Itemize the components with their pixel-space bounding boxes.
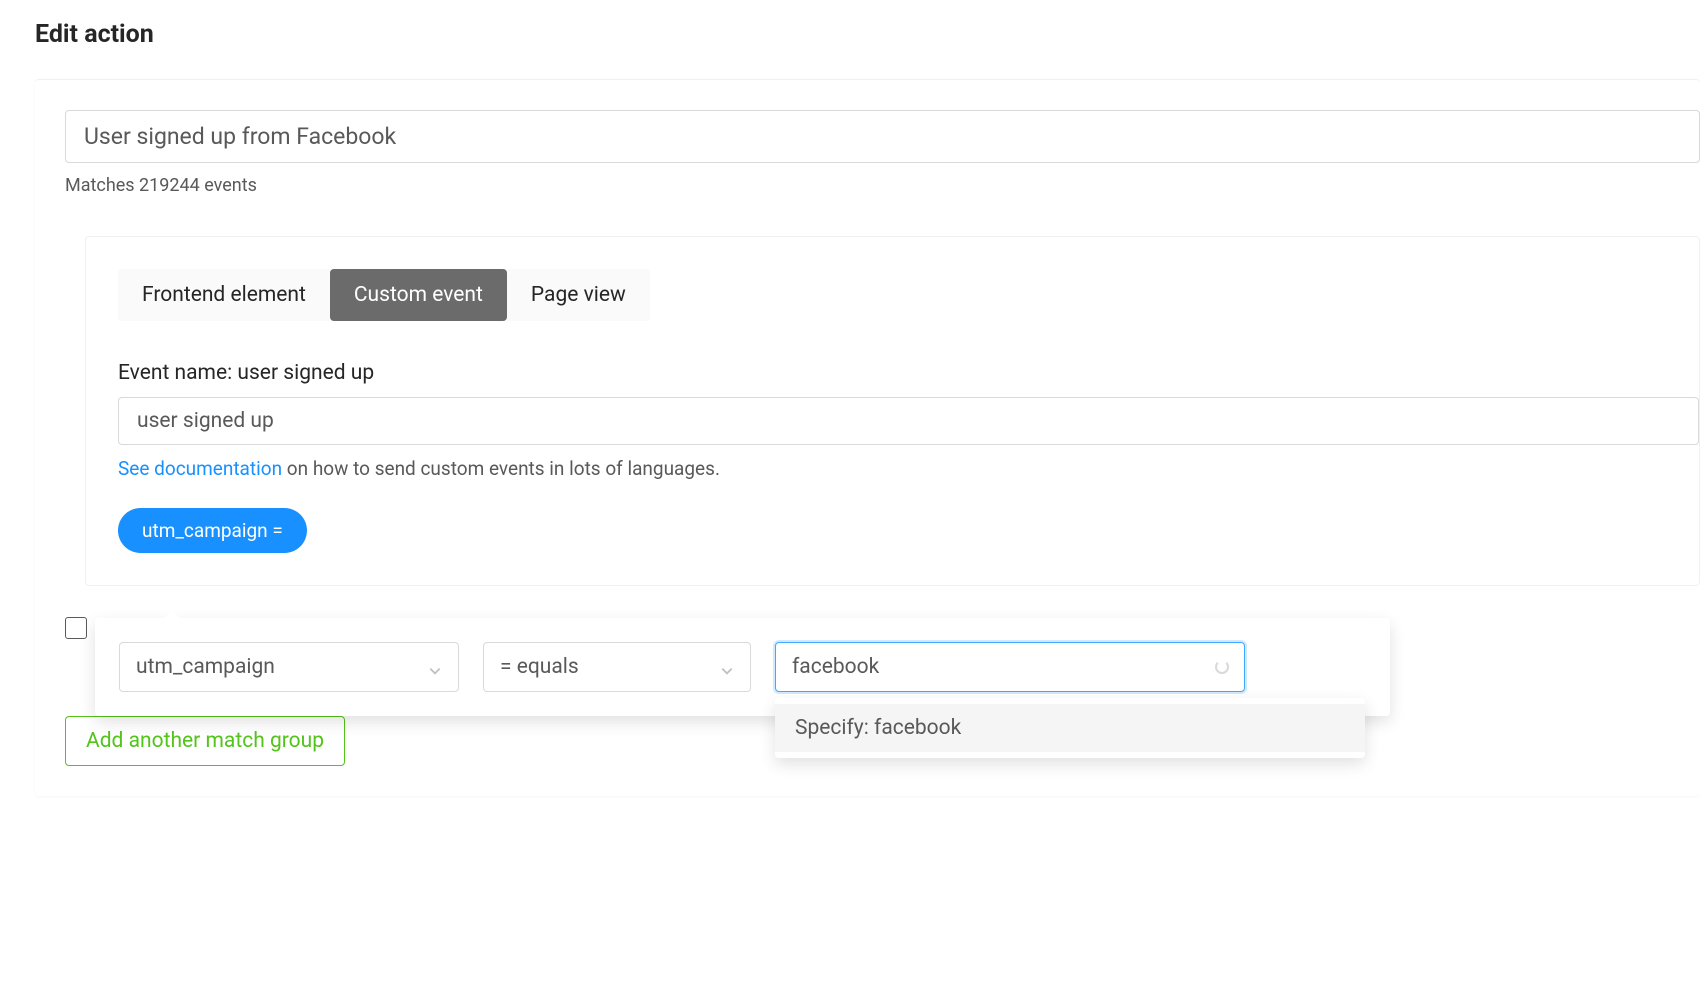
filter-pill[interactable]: utm_campaign = <box>118 508 307 553</box>
help-rest: on how to send custom events in lots of … <box>282 457 720 480</box>
dropdown-option-specify[interactable]: Specify: facebook <box>775 704 1365 752</box>
post-to-url-checkbox[interactable] <box>65 617 87 639</box>
tab-frontend-element[interactable]: Frontend element <box>118 269 330 321</box>
event-type-tabs: Frontend element Custom event Page view <box>118 269 650 321</box>
event-name-label-value: user signed up <box>237 361 374 385</box>
event-name-label: Event name: user signed up <box>118 361 1699 385</box>
operator-select-value: = equals <box>500 655 579 679</box>
add-match-group-button[interactable]: Add another match group <box>65 716 345 766</box>
value-input-wrap: Specify: facebook <box>775 642 1245 692</box>
loading-spinner-icon <box>1215 660 1229 674</box>
event-name-label-prefix: Event name: <box>118 361 237 385</box>
property-select[interactable]: utm_campaign <box>119 642 459 692</box>
documentation-link[interactable]: See documentation <box>118 457 282 480</box>
value-dropdown: Specify: facebook <box>775 698 1365 758</box>
operator-select[interactable]: = equals <box>483 642 751 692</box>
filter-pill-label: utm_campaign = <box>142 519 283 542</box>
help-text: See documentation on how to send custom … <box>118 457 1699 480</box>
page-title: Edit action <box>35 20 1700 49</box>
event-name-input[interactable] <box>118 397 1699 445</box>
action-name-input[interactable] <box>65 110 1700 163</box>
chevron-down-icon <box>428 660 442 674</box>
filter-popover: utm_campaign = equals Specify: facebook <box>95 618 1390 716</box>
chevron-down-icon <box>720 660 734 674</box>
property-select-value: utm_campaign <box>136 655 275 679</box>
filter-value-input[interactable] <box>775 642 1245 692</box>
tab-custom-event[interactable]: Custom event <box>330 269 507 321</box>
match-group-card: Frontend element Custom event Page view … <box>85 236 1700 586</box>
match-count-text: Matches 219244 events <box>65 175 1700 196</box>
tab-page-view[interactable]: Page view <box>507 269 650 321</box>
